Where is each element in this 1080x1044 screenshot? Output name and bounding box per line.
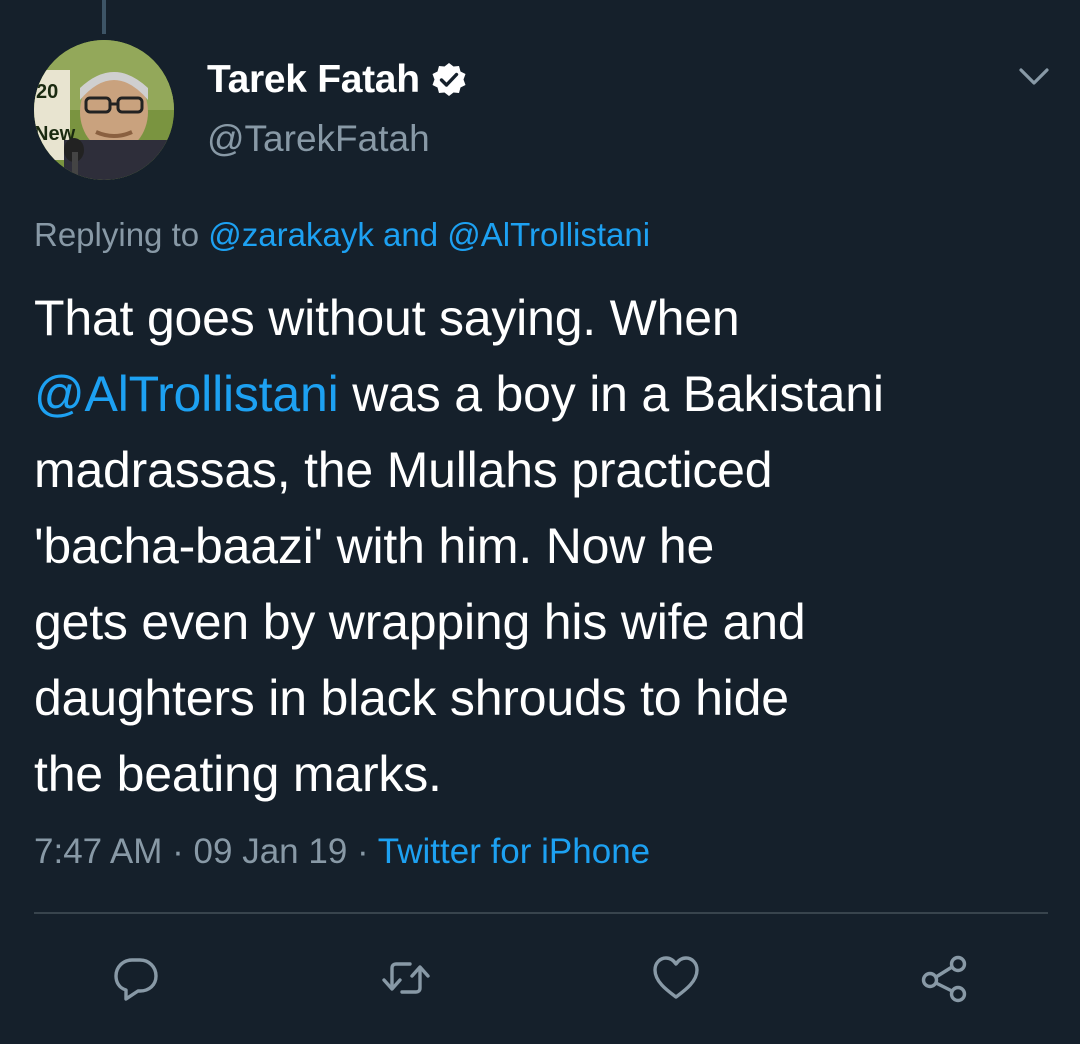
reply-icon	[114, 958, 158, 1001]
retweet-button[interactable]	[380, 952, 432, 1004]
svg-text:20: 20	[36, 81, 58, 103]
author-display-name[interactable]: Tarek Fatah	[207, 58, 468, 102]
tweet-time: 7:47 AM	[34, 832, 163, 871]
tweet-metadata: 7:47 AM · 09 Jan 19 · Twitter for iPhone	[34, 832, 650, 872]
meta-separator: ·	[357, 832, 369, 871]
thread-connector-line	[102, 0, 106, 34]
tweet-date: 09 Jan 19	[193, 832, 348, 871]
author-handle[interactable]: @TarekFatah	[207, 118, 430, 160]
tweet-source-link[interactable]: Twitter for iPhone	[378, 832, 650, 871]
meta-separator: ·	[172, 832, 184, 871]
avatar[interactable]: 20 New	[34, 40, 174, 180]
replying-to-conjunction[interactable]: and	[383, 216, 438, 253]
share-icon	[921, 955, 967, 1003]
retweet-icon	[382, 962, 430, 994]
tweet-text-line: @AlTrollistani was a boy in a Bakistani	[34, 356, 1054, 432]
tweet-text-line: gets even by wrapping his wife and	[34, 594, 806, 650]
tweet-body: That goes without saying. When @AlTrolli…	[34, 280, 1054, 812]
avatar-photo: 20 New	[34, 40, 174, 180]
reply-button[interactable]	[110, 952, 162, 1004]
tweet-text-line: That goes without saying. When	[34, 290, 740, 346]
display-name-text: Tarek Fatah	[207, 58, 420, 101]
tweet-mention-link[interactable]: @AlTrollistani	[34, 366, 339, 422]
mention-link-altrollistani[interactable]: @AlTrollistani	[447, 216, 650, 253]
like-button[interactable]	[650, 952, 702, 1004]
tweet-text-line: madrassas, the Mullahs practiced	[34, 442, 773, 498]
tweet-text-fragment: was a boy in a Bakistani	[352, 366, 884, 422]
share-button[interactable]	[918, 952, 970, 1004]
chevron-down-icon[interactable]	[1016, 62, 1052, 92]
tweet-text-line: 'bacha-baazi' with him. Now he	[34, 518, 715, 574]
replying-to-line: Replying to @zarakayk and @AlTrollistani	[34, 216, 650, 254]
divider	[34, 912, 1048, 914]
mention-link-zarakayk[interactable]: @zarakayk	[208, 216, 374, 253]
tweet-text-line: daughters in black shrouds to hide	[34, 670, 789, 726]
tweet-text-line: the beating marks.	[34, 746, 442, 802]
verified-badge-icon	[432, 63, 466, 96]
replying-to-prefix: Replying to	[34, 216, 200, 253]
heart-icon	[653, 956, 699, 999]
